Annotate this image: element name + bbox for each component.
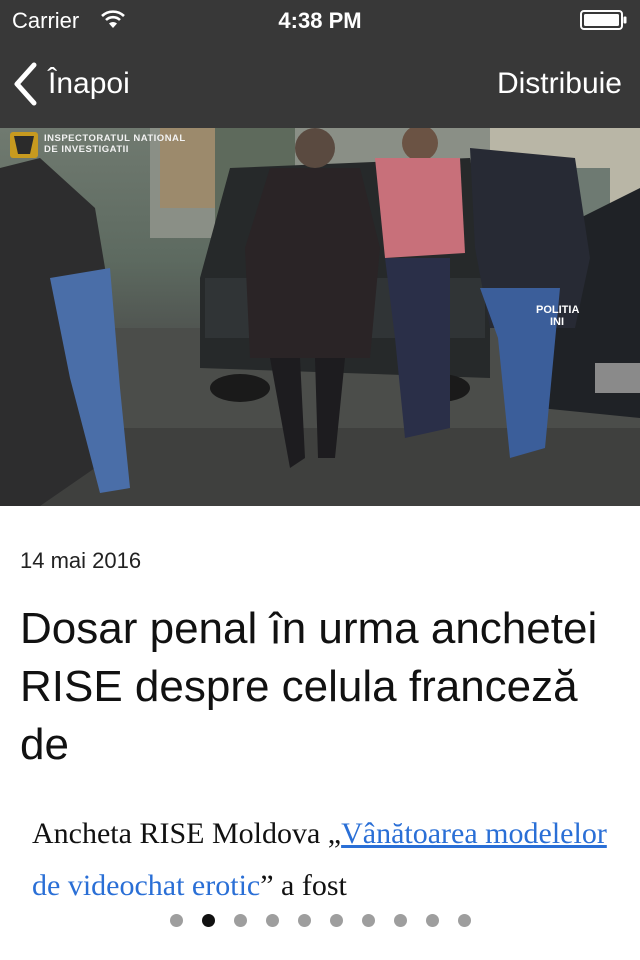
article-hero-image: INSPECTORATUL NATIONAL DE INVESTIGATII P… [0, 128, 640, 506]
watermark-line-1: INSPECTORATUL NATIONAL [44, 133, 186, 144]
vest-text-line-1: POLITIA [536, 304, 580, 316]
vest-text-line-2: INI [550, 316, 565, 328]
vest-text: POLITIA INI [536, 304, 579, 328]
body-text-suffix: ” a fost [260, 869, 347, 896]
page-dot[interactable] [361, 914, 375, 927]
top-bar: Carrier 4:38 PM Înapoi Distribuie [0, 0, 640, 128]
chevron-left-icon [14, 62, 37, 106]
back-label: Înapoi [48, 67, 130, 100]
navigation-bar: Înapoi Distribuie [0, 40, 640, 128]
share-button[interactable]: Distribuie [497, 60, 622, 108]
page-dot[interactable] [201, 914, 215, 927]
watermark-line-2: DE INVESTIGATII [44, 144, 129, 155]
article-date: 14 mai 2016 [20, 548, 142, 573]
page-dot[interactable] [265, 914, 279, 927]
page-dot[interactable] [393, 914, 407, 927]
page-dot[interactable] [297, 914, 311, 927]
page-dot[interactable] [169, 914, 183, 927]
page-dot[interactable] [457, 914, 471, 927]
watermark-text: INSPECTORATUL NATIONAL DE INVESTIGATII [44, 133, 186, 155]
page-indicator[interactable] [0, 914, 640, 932]
page-dot[interactable] [329, 914, 343, 927]
article-body: Ancheta RISE Moldova „Vânătoarea modelel… [32, 808, 612, 896]
body-text-prefix: Ancheta RISE Moldova „ [32, 817, 342, 850]
page-dot[interactable] [233, 914, 247, 927]
back-button[interactable]: Înapoi [12, 60, 130, 108]
battery-icon [580, 10, 627, 30]
article-title: Dosar penal în urma anchetei RISE despre… [20, 604, 598, 769]
status-time: 4:38 PM [278, 8, 362, 33]
page-dot[interactable] [425, 914, 439, 927]
status-bar: Carrier 4:38 PM [0, 0, 640, 40]
